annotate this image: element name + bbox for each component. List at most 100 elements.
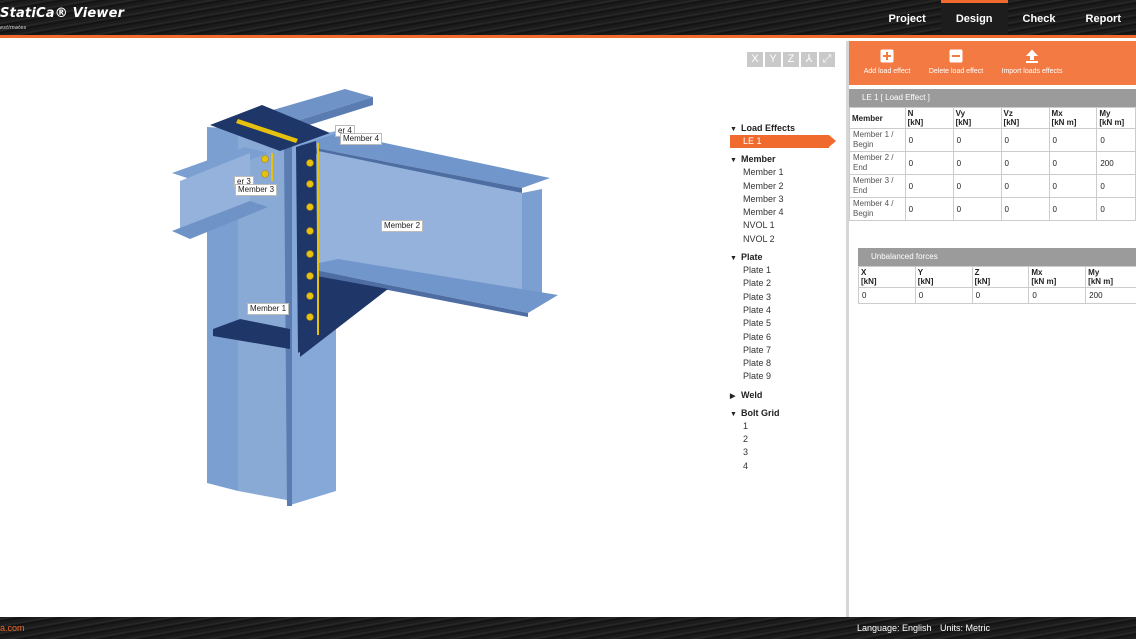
expanded-icon: ▼: [730, 410, 737, 418]
viewer-app: StatiCa® Viewer estimates Project Design…: [0, 0, 1136, 639]
cell-y: 0: [914, 287, 973, 304]
member2-web-right: [522, 189, 542, 299]
cell-n[interactable]: 0: [904, 151, 954, 175]
cell-my[interactable]: 0: [1096, 174, 1136, 198]
load-toolbar: Add load effect Delete load effect Impor…: [849, 41, 1136, 85]
expanded-icon: ▼: [730, 157, 737, 165]
zoom-extents-button[interactable]: ⤢: [819, 52, 835, 67]
tree-item-plate[interactable]: Plate 1: [730, 264, 845, 277]
view-axonometric-button[interactable]: ⅄: [801, 52, 817, 67]
label-member4: Member 4: [340, 133, 383, 145]
cell-vy[interactable]: 0: [952, 197, 1002, 221]
tab-check[interactable]: Check: [1008, 0, 1071, 35]
view-x-button[interactable]: X: [747, 52, 763, 67]
tree-group-load-effects[interactable]: ▼ Load Effects: [730, 121, 845, 135]
tree-item-member[interactable]: Member 3: [730, 193, 845, 206]
cell-vz[interactable]: 0: [1000, 174, 1050, 198]
col-x: X [kN]: [858, 266, 916, 288]
tree-item-plate[interactable]: Plate 3: [730, 291, 845, 304]
units-setting[interactable]: Units: Metric: [940, 617, 990, 639]
tree-item-member[interactable]: Member 2: [730, 180, 845, 193]
tree-item-plate[interactable]: Plate 9: [730, 370, 845, 383]
tree-item-member[interactable]: Member 1: [730, 166, 845, 179]
cell-n[interactable]: 0: [904, 174, 954, 198]
tree-item-member[interactable]: Member 4: [730, 206, 845, 219]
end-plate: [296, 141, 318, 353]
col-my: My [kN m]: [1085, 266, 1136, 288]
cell-vy[interactable]: 0: [952, 128, 1002, 152]
col-z: Z [kN]: [971, 266, 1030, 288]
tree-item-bolt-grid[interactable]: 4: [730, 460, 845, 473]
model-tree: ▼ Load Effects LE 1 ▼ Member Member 1 Memb…: [730, 121, 845, 473]
language-setting[interactable]: Language: English: [857, 617, 932, 639]
connection-model[interactable]: [0, 41, 720, 617]
tab-project[interactable]: Project: [874, 0, 941, 35]
tab-report[interactable]: Report: [1071, 0, 1136, 35]
3d-viewport[interactable]: er 4 Member 4 er 3 Member 3 Member 2 Mem…: [0, 41, 846, 617]
row-member: Member 4 / Begin: [849, 197, 906, 221]
load-effects-panel: Add load effect Delete load effect Impor…: [849, 41, 1136, 617]
footer-bar: a.com Language: English Units: Metric: [0, 617, 1136, 639]
cell-mx[interactable]: 0: [1048, 128, 1098, 152]
tree-item-bolt-grid[interactable]: 2: [730, 433, 845, 446]
tree-group-member[interactable]: ▼ Member: [730, 152, 845, 166]
view-y-button[interactable]: Y: [765, 52, 781, 67]
table-row[interactable]: Member 4 / Begin 0 0 0 0 0: [849, 197, 1136, 221]
tree-item-plate[interactable]: Plate 2: [730, 277, 845, 290]
label-member3: Member 3: [235, 184, 278, 196]
cell-mx[interactable]: 0: [1048, 197, 1098, 221]
cell-mx[interactable]: 0: [1048, 151, 1098, 175]
tree-item-member[interactable]: NVOL 1: [730, 219, 845, 232]
label-member1: Member 1: [247, 303, 290, 315]
tree-item-plate[interactable]: Plate 8: [730, 357, 845, 370]
tree-item-plate[interactable]: Plate 4: [730, 304, 845, 317]
cell-my[interactable]: 0: [1096, 197, 1136, 221]
cell-vz[interactable]: 0: [1000, 151, 1050, 175]
col-mx: Mx [kN m]: [1048, 107, 1098, 129]
import-load-effects-button[interactable]: Import loads effects: [987, 41, 1077, 85]
tree-group-weld[interactable]: ▶ Weld: [730, 388, 845, 402]
table-row[interactable]: Member 3 / End 0 0 0 0 0: [849, 174, 1136, 198]
add-load-effect-button[interactable]: Add load effect: [849, 41, 925, 85]
cell-vz[interactable]: 0: [1000, 197, 1050, 221]
tree-item-member[interactable]: NVOL 2: [730, 233, 845, 246]
unbalanced-table: X [kN] Y [kN] Z [kN] Mx [kN m] My [kN m] 0 0 …: [858, 266, 1136, 304]
tree-item-plate[interactable]: Plate 6: [730, 331, 845, 344]
upload-icon: [1026, 49, 1038, 63]
cell-n[interactable]: 0: [904, 128, 954, 152]
cell-my[interactable]: 0: [1096, 128, 1136, 152]
tree-item-plate[interactable]: Plate 7: [730, 344, 845, 357]
cell-my[interactable]: 200: [1096, 151, 1136, 175]
cell-vy[interactable]: 0: [952, 151, 1002, 175]
table-header-row: X [kN] Y [kN] Z [kN] Mx [kN m] My [kN m]: [858, 266, 1136, 288]
col-member: Member: [849, 107, 906, 129]
col-my: My [kN m]: [1096, 107, 1136, 129]
cell-vy[interactable]: 0: [952, 174, 1002, 198]
cell-vz[interactable]: 0: [1000, 128, 1050, 152]
tree-item-bolt-grid[interactable]: 3: [730, 446, 845, 459]
app-logo: StatiCa® Viewer estimates: [0, 6, 124, 31]
tree-item-bolt-grid[interactable]: 1: [730, 420, 845, 433]
delete-load-effect-button[interactable]: Delete load effect: [925, 41, 987, 85]
cell-x: 0: [858, 287, 916, 304]
tab-design[interactable]: Design: [940, 0, 1008, 35]
cell-mx[interactable]: 0: [1048, 174, 1098, 198]
unbalanced-forces: Unbalanced forces X [kN] Y [kN] Z [kN] Mx [k…: [858, 248, 1136, 304]
view-z-button[interactable]: Z: [783, 52, 799, 67]
tree-group-bolt-grid[interactable]: ▼ Bolt Grid: [730, 406, 845, 420]
cell-n[interactable]: 0: [904, 197, 954, 221]
table-header-row: Member N [kN] Vy [kN] Vz [kN] Mx [kN m] My [k…: [849, 107, 1136, 129]
header-bar: StatiCa® Viewer estimates Project Design…: [0, 0, 1136, 38]
tree-item-le1[interactable]: LE 1: [730, 135, 836, 149]
website-link[interactable]: a.com: [0, 617, 25, 639]
row-member: Member 2 / End: [849, 151, 906, 175]
view-buttons: X Y Z ⅄ ⤢: [747, 52, 835, 67]
table-row[interactable]: Member 1 / Begin 0 0 0 0 0: [849, 128, 1136, 152]
tree-group-plate[interactable]: ▼ Plate: [730, 250, 845, 264]
tree-item-plate[interactable]: Plate 5: [730, 317, 845, 330]
unbalanced-title: Unbalanced forces: [858, 248, 1136, 266]
row-member: Member 1 / Begin: [849, 128, 906, 152]
col-n: N [kN]: [904, 107, 954, 129]
expanded-icon: ▼: [730, 255, 737, 263]
table-row[interactable]: Member 2 / End 0 0 0 0 200: [849, 151, 1136, 175]
